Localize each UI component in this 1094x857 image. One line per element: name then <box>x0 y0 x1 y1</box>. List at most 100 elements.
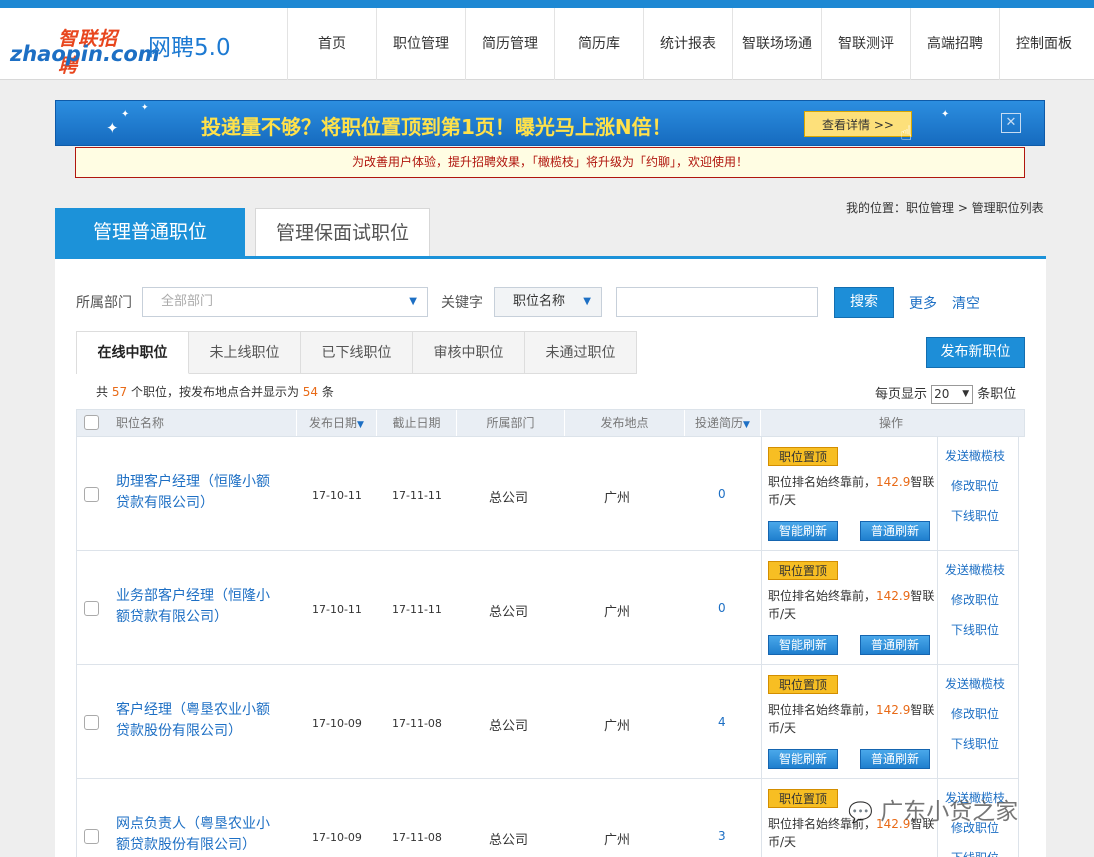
nav-changchangtong[interactable]: 智联场场通 <box>732 8 821 80</box>
clear-filters-link[interactable]: 清空 <box>952 293 980 313</box>
tab-guaranteed-jobs[interactable]: 管理保面试职位 <box>255 208 430 256</box>
chevron-down-icon: ▼ <box>962 389 970 399</box>
resume-count-link[interactable]: 4 <box>718 715 726 729</box>
dept: 总公司 <box>489 605 529 620</box>
upgrade-notice: 为改善用户体验，提升招聘效果，「橄榄枝」将升级为「约聊」，欢迎使用！ <box>75 147 1025 178</box>
resume-count-link[interactable]: 0 <box>718 487 726 501</box>
col-dept: 所属部门 <box>457 410 565 436</box>
banner-details-button[interactable]: 查看详情 >> <box>804 111 912 137</box>
zhaopin-logo[interactable]: 智联招聘 zhaopin.com <box>10 24 160 77</box>
nav-resume-management[interactable]: 简历管理 <box>465 8 554 80</box>
row-checkbox[interactable] <box>84 829 99 844</box>
smart-refresh-button[interactable]: 智能刷新 <box>768 521 838 541</box>
logo-en: zhaopin.com <box>10 42 160 66</box>
nav-premium[interactable]: 高端招聘 <box>910 8 999 80</box>
tab-offline[interactable]: 已下线职位 <box>301 331 413 374</box>
hand-cursor-icon: ☝ <box>900 121 913 145</box>
normal-refresh-button[interactable]: 普通刷新 <box>860 521 930 541</box>
rank-text-a: 职位排名始终靠前， <box>768 703 877 717</box>
publish-job-button[interactable]: 发布新职位 <box>926 337 1025 368</box>
banner-close-button[interactable]: ✕ <box>1001 113 1021 133</box>
row-side-links: 发送橄榄枝 修改职位 下线职位 <box>937 437 1020 550</box>
nav-assessment[interactable]: 智联测评 <box>821 8 910 80</box>
tab-normal-jobs[interactable]: 管理普通职位 <box>55 208 245 256</box>
nav-job-management[interactable]: 职位管理 <box>376 8 465 80</box>
promo-banner[interactable]: ✦ ✦ ✦ ✦ 投递量不够？将职位置顶到第1页！曝光马上涨N倍！ 查看详情 >>… <box>55 100 1045 146</box>
normal-refresh-button[interactable]: 普通刷新 <box>860 749 930 769</box>
chevron-down-icon: ▼ <box>409 296 417 307</box>
edit-job-link[interactable]: 修改职位 <box>951 705 999 722</box>
main-nav: 首页 职位管理 简历管理 简历库 统计报表 智联场场通 智联测评 高端招聘 控制… <box>287 8 1088 80</box>
sort-down-icon: ▼ <box>357 420 364 430</box>
location: 广州 <box>604 719 631 734</box>
end-date: 17-11-08 <box>392 717 442 730</box>
dept: 总公司 <box>489 491 529 506</box>
job-title-link[interactable]: 业务部客户经理（恒隆小额贷款有限公司） <box>116 586 276 628</box>
edit-job-link[interactable]: 修改职位 <box>951 591 999 608</box>
top-job-badge[interactable]: 职位置顶 <box>768 675 838 694</box>
send-olive-branch-link[interactable]: 发送橄榄枝 <box>945 561 1005 578</box>
rank-info: 职位排名始终靠前，142.9智联币/天 <box>768 473 938 509</box>
col-resumes[interactable]: 投递简历▼ <box>685 410 761 436</box>
nav-resume-library[interactable]: 简历库 <box>554 8 643 80</box>
row-checkbox[interactable] <box>84 601 99 616</box>
pub-date: 17-10-09 <box>312 717 362 730</box>
wechat-watermark: 💬 广东小贷之家 <box>848 792 1018 826</box>
rank-price: 142.9 <box>876 589 911 603</box>
nav-control-panel[interactable]: 控制面板 <box>999 8 1088 80</box>
end-date: 17-11-08 <box>392 831 442 844</box>
resume-count-link[interactable]: 3 <box>718 829 726 843</box>
smart-refresh-button[interactable]: 智能刷新 <box>768 749 838 769</box>
offline-job-link[interactable]: 下线职位 <box>951 735 999 752</box>
table-header: 职位名称 发布日期▼ 截止日期 所属部门 发布地点 投递简历▼ 操作 <box>76 409 1025 437</box>
dept: 总公司 <box>489 833 529 848</box>
table-row: 业务部客户经理（恒隆小额贷款有限公司） 17-10-11 17-11-11 总公… <box>76 551 1019 665</box>
tab-reviewing[interactable]: 审核中职位 <box>413 331 525 374</box>
summary-suffix: 条 <box>321 385 334 399</box>
pub-date: 17-10-11 <box>312 489 362 502</box>
row-checkbox[interactable] <box>84 715 99 730</box>
dept: 总公司 <box>489 719 529 734</box>
row-checkbox[interactable] <box>84 487 99 502</box>
job-title-link[interactable]: 客户经理（粤垦农业小额贷款股份有限公司） <box>116 700 276 742</box>
top-job-badge[interactable]: 职位置顶 <box>768 447 838 466</box>
tab-online[interactable]: 在线中职位 <box>77 331 189 374</box>
tab-rejected[interactable]: 未通过职位 <box>525 331 637 374</box>
smart-refresh-button[interactable]: 智能刷新 <box>768 635 838 655</box>
top-job-badge[interactable]: 职位置顶 <box>768 789 838 808</box>
offline-job-link[interactable]: 下线职位 <box>951 507 999 524</box>
keyword-type-select[interactable]: 职位名称 ▼ <box>494 287 602 317</box>
job-title-link[interactable]: 助理客户经理（恒隆小额贷款有限公司） <box>116 472 276 514</box>
send-olive-branch-link[interactable]: 发送橄榄枝 <box>945 675 1005 692</box>
per-page-prefix: 每页显示 <box>875 387 928 402</box>
resume-count-link[interactable]: 0 <box>718 601 726 615</box>
per-page-value: 20 <box>934 387 950 401</box>
keyword-input[interactable] <box>616 287 818 317</box>
col-actions: 操作 <box>878 416 903 430</box>
offline-job-link[interactable]: 下线职位 <box>951 849 999 857</box>
col-resumes-label: 投递简历 <box>695 416 744 430</box>
job-title-link[interactable]: 网点负责人（粤垦农业小额贷款股份有限公司） <box>116 814 276 856</box>
top-strip <box>0 0 1094 8</box>
normal-refresh-button[interactable]: 普通刷新 <box>860 635 930 655</box>
more-filters-link[interactable]: 更多 <box>909 293 937 313</box>
keyword-type-value: 职位名称 <box>513 294 566 309</box>
dept-select[interactable]: 全部部门 ▼ <box>142 287 428 317</box>
edit-job-link[interactable]: 修改职位 <box>951 477 999 494</box>
select-all-checkbox[interactable] <box>84 415 99 430</box>
watermark-text: 广东小贷之家 <box>880 799 1019 825</box>
col-pub-date[interactable]: 发布日期▼ <box>297 410 377 436</box>
nav-home[interactable]: 首页 <box>287 8 376 80</box>
nav-stats[interactable]: 统计报表 <box>643 8 732 80</box>
rank-info: 职位排名始终靠前，142.9智联币/天 <box>768 587 938 623</box>
tab-not-online[interactable]: 未上线职位 <box>189 331 301 374</box>
banner-text: 投递量不够？将职位置顶到第1页！曝光马上涨N倍！ <box>201 115 672 139</box>
header: 智联招聘 zhaopin.com 网聘5.0 首页 职位管理 简历管理 简历库 … <box>0 8 1094 80</box>
search-button[interactable]: 搜索 <box>834 287 894 318</box>
table-row: 客户经理（粤垦农业小额贷款股份有限公司） 17-10-09 17-11-08 总… <box>76 665 1019 779</box>
per-page-select[interactable]: 20 ▼ <box>931 385 974 404</box>
top-job-badge[interactable]: 职位置顶 <box>768 561 838 580</box>
star-icon: ✦ <box>941 109 950 120</box>
send-olive-branch-link[interactable]: 发送橄榄枝 <box>945 447 1005 464</box>
offline-job-link[interactable]: 下线职位 <box>951 621 999 638</box>
